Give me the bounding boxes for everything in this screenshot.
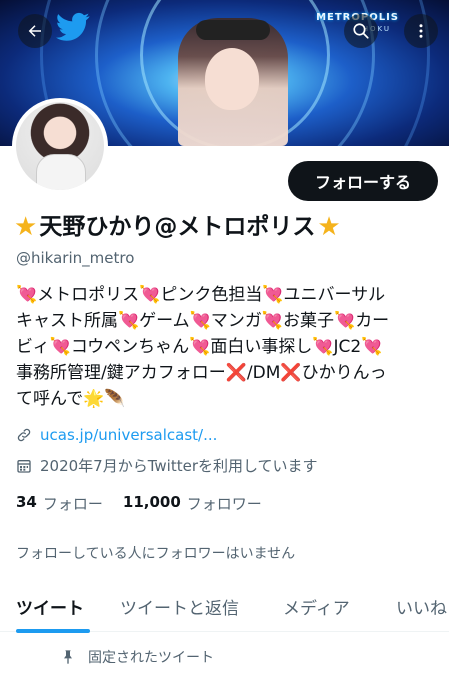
tab-tweets[interactable]: ツイート — [16, 580, 90, 633]
pinned-tweet-header: 固定されたツイート — [60, 647, 214, 667]
bio-line: て呼んで🌟🪶 — [16, 386, 441, 412]
user-handle: @hikarin_metro — [16, 249, 135, 267]
avatar-body — [36, 154, 86, 190]
search-button[interactable] — [344, 14, 378, 48]
heart-emoji-icon: 💘 — [189, 311, 211, 331]
bio-text: /DM — [246, 363, 281, 383]
bio-line: ビィ💘コウペンちゃん💘面白い事探し💘JC2💘 — [16, 334, 441, 360]
tab-likes[interactable]: いいね — [396, 580, 447, 632]
more-vertical-icon — [419, 24, 423, 38]
joined-date-row: 2020年7月からTwitterを利用しています — [16, 455, 318, 476]
star-emoji-icon: ★ — [14, 212, 38, 242]
bio-text: お菓子 — [283, 311, 335, 331]
bio-text: コウペンちゃん — [70, 337, 190, 357]
bio-text: ピンク色担当 — [160, 285, 263, 305]
bio-line: 💘メトロポリス💘ピンク色担当💘ユニバーサル — [16, 282, 441, 308]
bio-text: 事務所管理/鍵アカフォロー — [16, 363, 226, 383]
followers-label[interactable]: フォロワー — [187, 493, 262, 514]
following-label[interactable]: フォロー — [43, 493, 103, 514]
twitter-bird-icon — [56, 12, 90, 41]
banner-goggles — [196, 20, 270, 40]
cross-emoji-icon: ❌ — [280, 363, 302, 383]
profile-avatar[interactable] — [12, 98, 108, 194]
profile-website-link[interactable]: ucas.jp/universalcast/... — [40, 426, 217, 444]
banner-face — [205, 48, 259, 110]
star-emoji-icon: ★ — [317, 212, 341, 242]
bio-text: 面白い事探し — [210, 337, 313, 357]
pin-icon — [64, 650, 72, 664]
bio-text: カー — [355, 311, 390, 331]
bio-text: て呼んで — [16, 389, 84, 409]
heart-emoji-icon: 💘 — [16, 285, 38, 305]
bio-text: マンガ — [210, 311, 262, 331]
bio-line: キャスト所属💘ゲーム💘マンガ💘お菓子💘カー — [16, 308, 441, 334]
bio-text: キャスト所属 — [16, 311, 118, 331]
display-name: 天野ひかり@メトロポリス — [39, 214, 316, 240]
bio-text: JC2 — [333, 337, 362, 357]
heart-emoji-icon: 💘 — [334, 311, 356, 331]
heart-emoji-icon: 💘 — [261, 311, 284, 331]
bio-line: 事務所管理/鍵アカフォロー❌/DM❌ひかりんっ — [16, 360, 441, 386]
heart-emoji-icon: 💘 — [262, 285, 284, 305]
glowing-star-emoji-icon: 🌟 — [83, 389, 105, 409]
feather-emoji-icon: 🪶 — [104, 389, 126, 409]
bio-text: メトロポリス — [37, 285, 140, 305]
followers-count[interactable]: 11,000 — [123, 493, 181, 514]
pinned-tweet-label: 固定されたツイート — [88, 650, 214, 666]
back-arrow-icon — [28, 25, 41, 37]
bio-text: ユニバーサル — [283, 285, 386, 305]
heart-emoji-icon: 💘 — [139, 285, 161, 305]
more-options-button[interactable] — [404, 14, 438, 48]
link-icon — [17, 428, 31, 442]
back-button[interactable] — [18, 14, 52, 48]
display-name-row: ★ 天野ひかり@メトロポリス ★ — [14, 212, 341, 242]
cross-emoji-icon: ❌ — [225, 363, 247, 383]
tab-media[interactable]: メディア — [283, 580, 350, 632]
heart-emoji-icon: 💘 — [49, 337, 71, 357]
follow-counts: 34 フォロー 11,000 フォロワー — [16, 493, 282, 514]
heart-emoji-icon: 💘 — [361, 337, 383, 357]
calendar-icon — [17, 459, 31, 473]
bio-text: ビィ — [16, 337, 50, 357]
followed-by-text: フォローしている人にフォロワーはいません — [16, 546, 296, 562]
search-icon — [353, 23, 369, 39]
tab-tweets-and-replies[interactable]: ツイートと返信 — [120, 580, 239, 632]
bio-text: ひかりんっ — [301, 363, 387, 383]
profile-link-row: ucas.jp/universalcast/... — [16, 426, 217, 444]
follow-button[interactable]: フォローする — [288, 161, 438, 201]
heart-emoji-icon: 💘 — [189, 337, 211, 357]
bio-text: ゲーム — [139, 311, 190, 331]
profile-tabs: ツイート ツイートと返信 メディア いいね — [0, 580, 449, 633]
profile-bio: 💘メトロポリス💘ピンク色担当💘ユニバーサル キャスト所属💘ゲーム💘マンガ💘お菓子… — [16, 282, 441, 412]
joined-date: 2020年7月からTwitterを利用しています — [40, 457, 318, 475]
following-count[interactable]: 34 — [16, 493, 37, 514]
heart-emoji-icon: 💘 — [312, 337, 334, 357]
heart-emoji-icon: 💘 — [118, 311, 140, 331]
